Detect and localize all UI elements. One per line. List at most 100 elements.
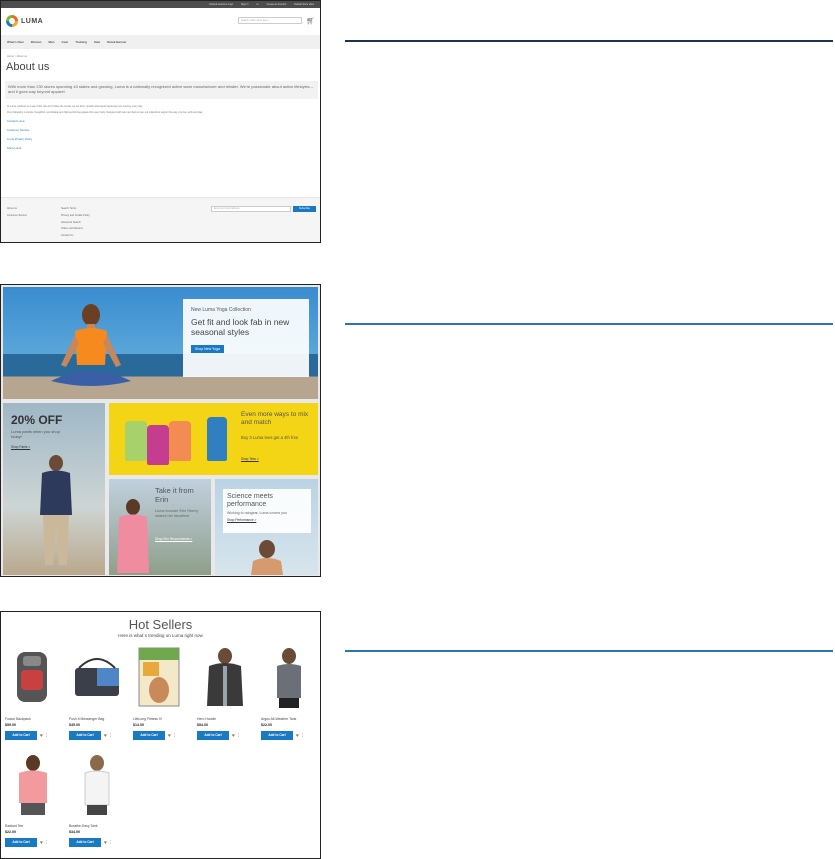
product-name[interactable]: Argus All-Weather Tank [261, 717, 320, 721]
link-contact[interactable]: Contact Luma [7, 119, 320, 123]
promo-erin[interactable]: Take it from Erin Luma founder Erin Renn… [109, 479, 211, 575]
product-price: $34.00 [69, 830, 80, 834]
product-price: $22.00 [5, 830, 16, 834]
heart-icon[interactable]: ♥ [40, 840, 43, 846]
compare-icon[interactable]: ⫶ [110, 733, 111, 739]
shop-erin-link[interactable]: Shop Erin Recommends > [155, 537, 192, 541]
shop-tees-link[interactable]: Shop Tees > [241, 457, 259, 461]
hero-title: Get fit and look fab in new seasonal sty… [191, 317, 290, 337]
footer-link[interactable]: Contact Us [61, 234, 90, 237]
footer-link[interactable]: Advanced Search [61, 221, 90, 224]
radiant-tee-image[interactable] [5, 753, 61, 815]
heart-icon[interactable]: ♥ [104, 733, 107, 739]
add-to-cart-button[interactable]: Add to Cart [69, 838, 101, 847]
product-name[interactable]: Radiant Tee [5, 824, 65, 828]
footer-links-1: About us Customer Service [7, 207, 27, 221]
hero-banner[interactable]: New Luma Yoga Collection Get fit and loo… [3, 287, 318, 399]
shop-performance-link[interactable]: Shop Performance > [227, 518, 307, 522]
magenta-tee-image [147, 425, 169, 465]
link-customer-service[interactable]: Customer Service [7, 128, 320, 132]
nav-item-men[interactable]: Men [49, 40, 55, 44]
nav-item-retail-banner[interactable]: Retail Banner [107, 40, 126, 44]
product-price: $45.00 [69, 723, 80, 727]
intro-banner: With more than 230 stores spanning 43 st… [5, 81, 318, 99]
compare-icon[interactable]: ⫶ [110, 840, 111, 846]
store-switcher[interactable]: Default Store View [294, 3, 314, 6]
nav-item-women[interactable]: Women [31, 40, 42, 44]
product-price: $22.00 [261, 723, 272, 727]
product-actions: Add to Cart ♥ ⫶ [5, 731, 65, 740]
product-actions: Add to Cart ♥ ⫶ [69, 838, 129, 847]
shop-new-yoga-button[interactable]: Shop New Yoga [191, 345, 224, 353]
product-name[interactable]: Hero Hoodie [197, 717, 257, 721]
product-name[interactable]: Push It Messenger Bag [69, 717, 129, 721]
nav-item-sale[interactable]: Sale [94, 40, 100, 44]
search-input[interactable]: Search entire store here... [238, 17, 302, 24]
link-privacy[interactable]: Luma Privacy Policy [7, 137, 320, 141]
tank-image[interactable] [261, 646, 317, 708]
compare-icon[interactable]: ⫶ [302, 733, 303, 739]
product-card: Fusion Backpack $59.00 Add to Cart ♥ ⫶ [5, 646, 65, 740]
newsletter-email-input[interactable]: Enter your email address [211, 206, 291, 212]
compare-icon[interactable]: ⫶ [46, 840, 47, 846]
breadcrumb[interactable]: Home > About us [1, 49, 320, 58]
home-banners-screenshot: New Luma Yoga Collection Get fit and loo… [0, 284, 321, 577]
about-links: Contact Luma Customer Service Luma Priva… [1, 114, 320, 150]
product-name[interactable]: Fusion Backpack [5, 717, 65, 721]
product-actions: Add to Cart ♥ ⫶ [133, 731, 193, 740]
compare-icon[interactable]: ⫶ [238, 733, 239, 739]
product-name[interactable]: LifeLong Fitness IV [133, 717, 193, 721]
hot-sellers-screenshot: Hot Sellers Here is what`s trending on L… [0, 611, 321, 859]
promo-tees[interactable]: Even more ways to mix and match Buy 3 Lu… [109, 403, 318, 475]
add-to-cart-button[interactable]: Add to Cart [133, 731, 165, 740]
divider [345, 323, 833, 325]
hot-sellers-title: Hot Sellers [128, 617, 193, 632]
footer: About us Customer Service Search Terms P… [1, 197, 320, 242]
sign-in-link[interactable]: Sign In [241, 3, 248, 6]
link-shop[interactable]: Shop Luma [7, 146, 320, 150]
compare-icon[interactable]: ⫶ [174, 733, 175, 739]
runner-image [251, 540, 283, 575]
add-to-cart-button[interactable]: Add to Cart [69, 731, 101, 740]
heart-icon[interactable]: ♥ [296, 733, 299, 739]
product-card: Radiant Tee $22.00 Add to Cart ♥ ⫶ [5, 753, 65, 847]
about-us-screenshot: Default welcome msg! Sign In or Create a… [0, 0, 321, 243]
shop-pants-link[interactable]: Shop Pants > [11, 445, 30, 449]
footer-link[interactable]: Orders and Returns [61, 227, 90, 230]
product-price: $14.00 [133, 723, 144, 727]
nav-item-training[interactable]: Training [75, 40, 87, 44]
promo-pants[interactable]: 20% OFF Luma pants when you shop today* … [3, 403, 105, 575]
backpack-image[interactable] [5, 646, 61, 708]
add-to-cart-button[interactable]: Add to Cart [197, 731, 229, 740]
cart-icon[interactable]: 🛒︎ [306, 17, 315, 25]
messenger-bag-image[interactable] [69, 646, 125, 708]
blue-tank-image [207, 417, 227, 461]
footer-link[interactable]: Customer Service [7, 214, 27, 217]
footer-link[interactable]: About us [7, 207, 27, 210]
product-card: Argus All-Weather Tank $22.00 Add to Car… [261, 646, 320, 740]
product-name[interactable]: Breathe-Easy Tank [69, 824, 129, 828]
create-account-link[interactable]: Create an Account [267, 3, 287, 6]
promo-performance[interactable]: Science meets performance Wicking to rai… [215, 479, 318, 575]
heart-icon[interactable]: ♥ [168, 733, 171, 739]
heart-icon[interactable]: ♥ [104, 840, 107, 846]
heart-icon[interactable]: ♥ [40, 733, 43, 739]
logo[interactable]: LUMA [6, 15, 43, 27]
footer-link[interactable]: Search Terms [61, 207, 90, 210]
promo-pants-subtitle: Luma pants when you shop today* [11, 429, 60, 439]
hero-kicker: New Luma Yoga Collection [191, 307, 251, 313]
hoodie-image[interactable] [197, 646, 253, 708]
yoga-woman-image [51, 304, 131, 386]
fitness-dvd-image[interactable] [133, 646, 189, 708]
compare-icon[interactable]: ⫶ [46, 733, 47, 739]
add-to-cart-button[interactable]: Add to Cart [261, 731, 293, 740]
add-to-cart-button[interactable]: Add to Cart [5, 731, 37, 740]
man-image [40, 455, 72, 565]
breathe-easy-tank-image[interactable] [69, 753, 125, 815]
nav-item-gear[interactable]: Gear [62, 40, 69, 44]
heart-icon[interactable]: ♥ [232, 733, 235, 739]
subscribe-button[interactable]: Subscribe [293, 206, 316, 212]
nav-item-whats-new[interactable]: What's New [7, 40, 24, 44]
footer-link[interactable]: Privacy and Cookie Policy [61, 214, 90, 217]
add-to-cart-button[interactable]: Add to Cart [5, 838, 37, 847]
